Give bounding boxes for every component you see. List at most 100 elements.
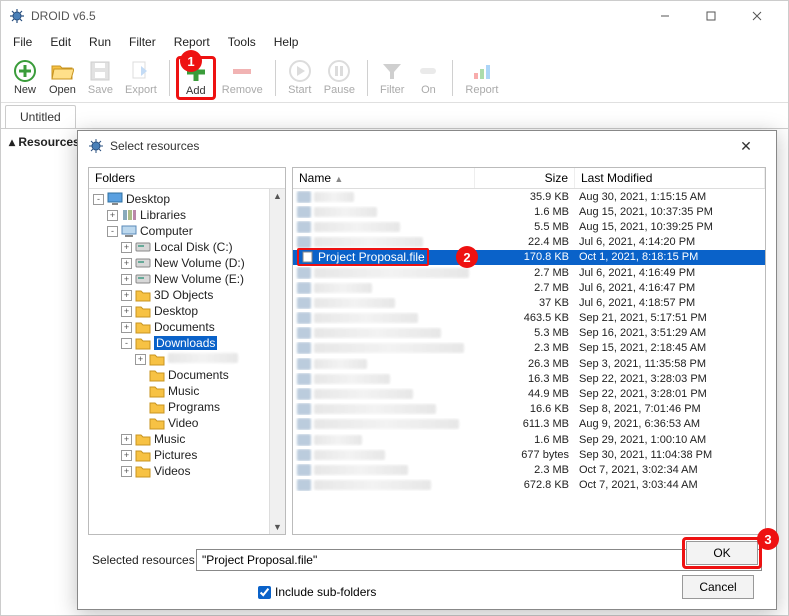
menu-run[interactable]: Run <box>81 33 119 51</box>
menu-bar: File Edit Run Filter Report Tools Help <box>1 31 788 53</box>
disk-icon <box>135 256 151 270</box>
tree-node[interactable]: +3D Objects <box>91 287 283 303</box>
file-row[interactable]: 2.7 MBJul 6, 2021, 4:16:49 PM <box>293 265 765 280</box>
open-button[interactable]: Open <box>43 57 82 98</box>
tree-node[interactable]: Programs <box>91 399 283 415</box>
file-row[interactable]: 1.6 MBAug 15, 2021, 10:37:35 PM <box>293 204 765 219</box>
report-button[interactable]: Report <box>459 57 504 98</box>
pause-button[interactable]: Pause <box>318 57 361 98</box>
dialog-titlebar: Select resources ✕ <box>78 131 776 161</box>
new-button[interactable]: New <box>7 57 43 98</box>
computer-icon <box>121 224 137 238</box>
menu-help[interactable]: Help <box>266 33 307 51</box>
file-row[interactable]: 2.3 MBSep 15, 2021, 2:18:45 AM <box>293 341 765 356</box>
start-button[interactable]: Start <box>282 57 318 98</box>
toggle-icon <box>416 59 440 83</box>
cancel-button[interactable]: Cancel <box>682 575 754 599</box>
tree-node[interactable]: -Downloads <box>91 335 283 351</box>
select-resources-dialog: Select resources ✕ Folders -Desktop+Libr… <box>77 130 777 610</box>
tree-node[interactable]: +Pictures <box>91 447 283 463</box>
separator <box>169 60 170 96</box>
file-row[interactable]: 16.3 MBSep 22, 2021, 3:28:03 PM <box>293 371 765 386</box>
col-name[interactable]: Name ▲ <box>293 168 475 188</box>
pause-icon <box>327 59 351 83</box>
tree-node[interactable]: -Desktop <box>91 191 283 207</box>
tree-node[interactable]: Music <box>91 383 283 399</box>
file-row[interactable]: 37 KBJul 6, 2021, 4:18:57 PM <box>293 295 765 310</box>
file-row[interactable]: 611.3 MBAug 9, 2021, 6:36:53 AM <box>293 417 765 432</box>
col-modified[interactable]: Last Modified <box>575 168 765 188</box>
selected-resources-input[interactable] <box>196 549 762 571</box>
save-button[interactable]: Save <box>82 57 119 98</box>
minus-icon <box>230 59 254 83</box>
file-row[interactable]: Project Proposal.file170.8 KBOct 1, 2021… <box>293 250 765 265</box>
menu-tools[interactable]: Tools <box>220 33 264 51</box>
file-row[interactable]: 2.3 MBOct 7, 2021, 3:02:34 AM <box>293 462 765 477</box>
folder-tree[interactable]: -Desktop+Libraries-Computer+Local Disk (… <box>89 189 285 534</box>
tree-node[interactable]: + <box>91 351 283 367</box>
menu-filter[interactable]: Filter <box>121 33 164 51</box>
file-row[interactable]: 677 bytesSep 30, 2021, 11:04:38 PM <box>293 447 765 462</box>
file-row[interactable]: 5.5 MBAug 15, 2021, 10:39:25 PM <box>293 219 765 234</box>
separator <box>367 60 368 96</box>
file-row[interactable]: 16.6 KBSep 8, 2021, 7:01:46 PM <box>293 402 765 417</box>
tab-untitled[interactable]: Untitled <box>5 105 76 128</box>
filter-on-button[interactable]: On <box>410 57 446 98</box>
minimize-button[interactable] <box>642 1 688 31</box>
tree-node[interactable]: +New Volume (E:) <box>91 271 283 287</box>
include-subfolders-label: Include sub-folders <box>275 585 376 599</box>
tree-node[interactable]: -Computer <box>91 223 283 239</box>
libraries-icon <box>121 208 137 222</box>
file-row[interactable]: 463.5 KBSep 21, 2021, 5:17:51 PM <box>293 311 765 326</box>
export-icon <box>129 59 153 83</box>
separator <box>452 60 453 96</box>
file-row[interactable]: 672.8 KBOct 7, 2021, 3:03:44 AM <box>293 478 765 493</box>
menu-report[interactable]: Report <box>166 33 218 51</box>
tree-node[interactable]: +Desktop <box>91 303 283 319</box>
folder-icon <box>149 368 165 382</box>
export-button[interactable]: Export <box>119 57 163 98</box>
tree-node[interactable]: +New Volume (D:) <box>91 255 283 271</box>
tree-node[interactable]: +Local Disk (C:) <box>91 239 283 255</box>
remove-button[interactable]: Remove <box>216 57 269 98</box>
tree-node[interactable]: +Music <box>91 431 283 447</box>
folder-icon <box>149 400 165 414</box>
tree-node[interactable]: +Documents <box>91 319 283 335</box>
close-button[interactable] <box>734 1 780 31</box>
dialog-title: Select resources <box>110 139 726 153</box>
folder-icon <box>135 448 151 462</box>
folders-panel: Folders -Desktop+Libraries-Computer+Loca… <box>88 167 286 535</box>
tree-scrollbar[interactable]: ▲▼ <box>269 189 285 534</box>
gear-icon <box>88 138 104 154</box>
files-list[interactable]: 35.9 KBAug 30, 2021, 1:15:15 AM1.6 MBAug… <box>293 189 765 534</box>
file-row[interactable]: 2.7 MBJul 6, 2021, 4:16:47 PM <box>293 280 765 295</box>
file-row[interactable]: 1.6 MBSep 29, 2021, 1:00:10 AM <box>293 432 765 447</box>
play-icon <box>288 59 312 83</box>
col-size[interactable]: Size <box>475 168 575 188</box>
maximize-button[interactable] <box>688 1 734 31</box>
file-row[interactable]: 44.9 MBSep 22, 2021, 3:28:01 PM <box>293 386 765 401</box>
folder-icon <box>135 320 151 334</box>
tree-node[interactable]: Documents <box>91 367 283 383</box>
file-row[interactable]: 5.3 MBSep 16, 2021, 3:51:29 AM <box>293 326 765 341</box>
files-header[interactable]: Name ▲ Size Last Modified <box>293 168 765 189</box>
folder-icon <box>135 432 151 446</box>
tree-node[interactable]: +Libraries <box>91 207 283 223</box>
dialog-close-button[interactable]: ✕ <box>726 138 766 155</box>
include-subfolders-checkbox[interactable] <box>258 586 271 599</box>
menu-file[interactable]: File <box>5 33 40 51</box>
chart-icon <box>470 59 494 83</box>
tree-node[interactable]: Video <box>91 415 283 431</box>
save-icon <box>88 59 112 83</box>
folder-icon <box>149 384 165 398</box>
folder-icon <box>149 416 165 430</box>
menu-edit[interactable]: Edit <box>42 33 79 51</box>
files-panel: Name ▲ Size Last Modified 35.9 KBAug 30,… <box>292 167 766 535</box>
callout-1: 1 <box>180 50 202 72</box>
file-row[interactable]: 35.9 KBAug 30, 2021, 1:15:15 AM <box>293 189 765 204</box>
folder-open-icon <box>50 59 74 83</box>
filter-button[interactable]: Filter <box>374 57 410 98</box>
ok-button[interactable]: OK <box>686 541 758 565</box>
tree-node[interactable]: +Videos <box>91 463 283 479</box>
file-row[interactable]: 26.3 MBSep 3, 2021, 11:35:58 PM <box>293 356 765 371</box>
